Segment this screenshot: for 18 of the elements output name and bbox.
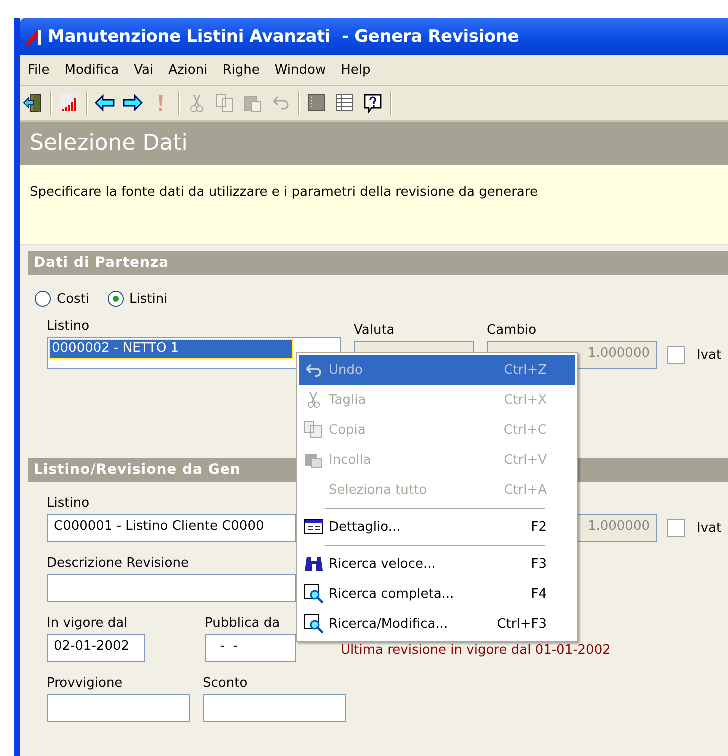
field-label: Pubblica da <box>205 616 280 633</box>
field-label: Sconto <box>203 676 248 693</box>
field-label: Listino <box>47 496 90 513</box>
window-title: Manutenzione Listini Avanzati - Genera Revisione <box>48 26 520 46</box>
field-label: In vigore dal <box>47 616 128 633</box>
field-label: Cambio <box>487 323 537 340</box>
field-label: Descrizione Revisione <box>47 556 189 573</box>
status-note: Ultima revisione in vigore dal 01-01-2002 <box>341 643 611 660</box>
field-label: Listino <box>47 319 90 336</box>
checkbox-label: Ivat <box>697 520 722 536</box>
radio-label: Listini <box>130 292 168 306</box>
section-header: Dati di Partenza <box>28 251 728 275</box>
radio-label: Costi <box>57 292 90 306</box>
page-header: Selezione Dati <box>20 122 728 165</box>
checkbox-label: Ivat <box>697 348 722 362</box>
field-label: Valuta <box>354 323 395 340</box>
info-banner: Specificare la fonte dati da utilizzare e i parametri della revisione da generare <box>20 165 728 245</box>
field-label: Provvigione <box>47 676 123 693</box>
